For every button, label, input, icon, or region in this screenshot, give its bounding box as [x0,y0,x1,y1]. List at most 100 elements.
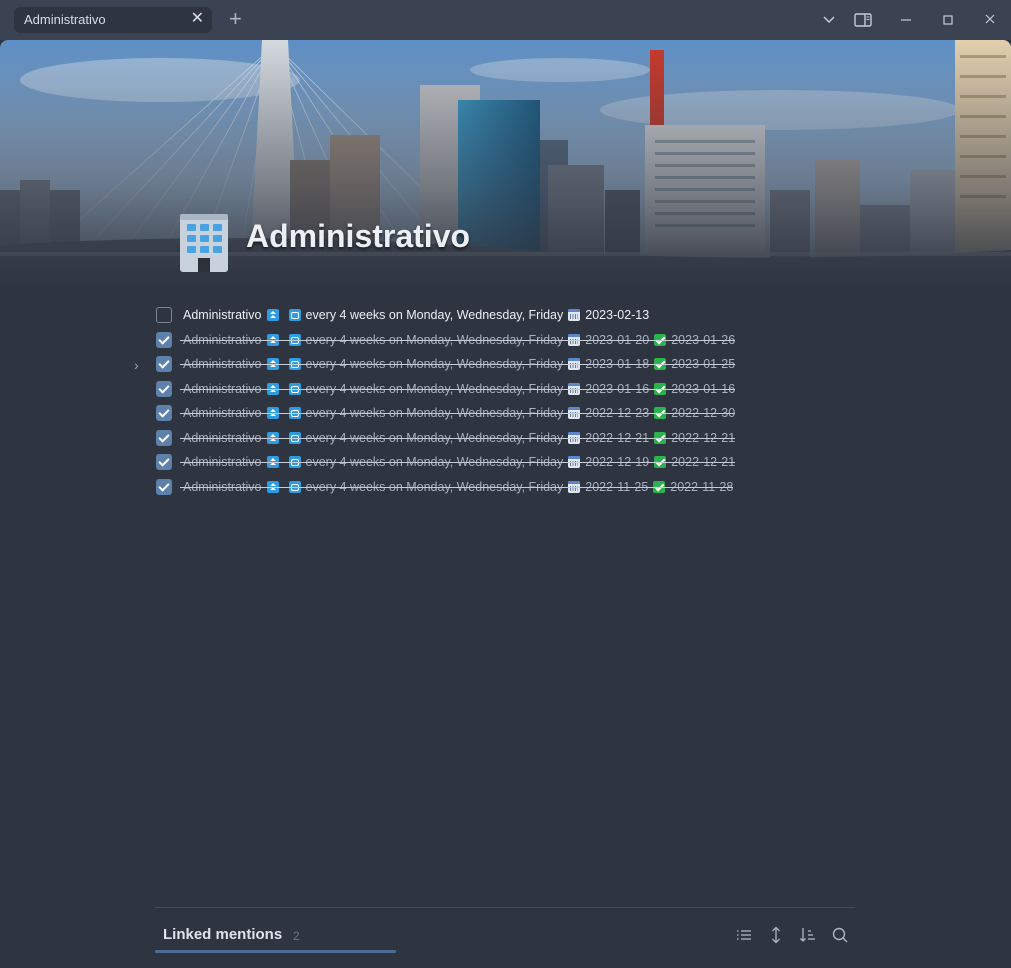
done-check-icon [654,333,667,346]
done-check-icon [654,358,667,371]
high-priority-icon [266,456,279,469]
task-text: Administrativo every 4 weeks on Monday, W… [179,381,736,396]
high-priority-icon [266,407,279,420]
task-item: Administrativo every 4 weeks on Monday, W… [156,475,856,500]
task-text: Administrativo every 4 weeks on Monday, W… [183,308,649,322]
task-recurrence: every 4 weeks on Monday, Wednesday, Frid… [305,381,564,396]
title-bar: Administrativo ✕ + [0,0,1011,40]
task-title: Administrativo [183,455,262,470]
task-text: Administrativo every 4 weeks on Monday, W… [179,430,736,445]
recurrence-icon [288,456,301,469]
page-title: Administrativo [246,218,471,254]
task-item: Administrativo every 4 weeks on Monday, W… [156,303,856,328]
linked-mentions-tab[interactable]: Linked mentions [163,926,282,943]
task-title: Administrativo [183,381,262,396]
recurrence-icon [288,309,301,322]
list-icon[interactable] [735,926,753,944]
task-title: Administrativo [183,430,262,445]
task-due-date: 2022-12-21 [585,430,650,445]
high-priority-icon [266,431,279,444]
done-check-icon [654,456,667,469]
calendar-icon [568,333,581,346]
task-due-date: 2022-12-23 [585,406,650,421]
done-check-icon [654,431,667,444]
task-recurrence: every 4 weeks on Monday, Wednesday, Frid… [305,406,564,421]
high-priority-icon [266,309,279,322]
calendar-icon [568,480,581,493]
calendar-icon [568,456,581,469]
recurrence-icon [288,407,301,420]
task-recurrence: every 4 weeks on Monday, Wednesday, Frid… [305,357,564,372]
high-priority-icon [266,358,279,371]
done-check-icon [654,382,667,395]
divider [155,907,855,908]
recurrence-icon [288,358,301,371]
banner-image: Administrativo - - - [0,40,1011,290]
expand-vertical-icon[interactable] [767,926,785,944]
task-item: Administrativo every 4 weeks on Monday, W… [156,377,856,402]
tab-label: Administrativo [24,12,106,27]
done-check-icon [653,480,666,493]
linked-mentions-count: 2 [293,929,300,943]
minimize-icon[interactable] [897,12,915,28]
recurrence-icon [288,382,301,395]
maximize-icon[interactable] [939,12,957,28]
done-check-icon [654,407,667,420]
high-priority-icon [266,382,279,395]
task-done-date: 2022-11-28 [670,479,734,494]
task-due-date: 2022-11-25 [585,479,649,494]
task-due-date: 2023-02-13 [585,308,650,323]
task-title: Administrativo [183,479,262,494]
task-recurrence: every 4 weeks on Monday, Wednesday, Frid… [305,479,564,494]
fold-chevron-right-icon[interactable]: › [134,357,139,373]
recurrence-icon [288,333,301,346]
task-checkbox[interactable] [156,380,172,397]
task-done-date: 2023-01-26 [671,332,736,347]
task-item: Administrativo every 4 weeks on Monday, W… [156,450,856,475]
tab-administrativo[interactable]: Administrativo ✕ [14,7,212,33]
task-checkbox[interactable] [156,331,172,348]
task-text: Administrativo every 4 weeks on Monday, W… [179,479,734,494]
sidebar-toggle-icon[interactable] [854,12,872,28]
task-done-date: 2022-12-21 [671,455,736,470]
task-recurrence: every 4 weeks on Monday, Wednesday, Frid… [305,430,564,445]
high-priority-icon [266,480,279,493]
close-icon[interactable] [981,12,999,28]
calendar-icon [568,309,581,322]
task-text: Administrativo every 4 weeks on Monday, W… [179,406,736,421]
task-text: Administrativo every 4 weeks on Monday, W… [179,455,736,470]
task-done-date: 2023-01-16 [671,381,736,396]
task-checkbox[interactable] [156,405,172,422]
task-done-date: 2023-01-25 [671,357,736,372]
task-checkbox[interactable] [156,478,172,495]
task-due-date: 2022-12-19 [585,455,650,470]
search-icon[interactable] [831,926,849,944]
task-recurrence: every 4 weeks on Monday, Wednesday, Frid… [305,332,564,347]
task-due-date: 2023-01-20 [585,332,650,347]
office-building-icon [180,214,228,272]
active-tab-indicator [155,950,396,953]
calendar-icon [568,382,581,395]
task-done-date: 2022-12-30 [671,406,736,421]
task-due-date: 2023-01-18 [585,357,650,372]
task-list: Administrativo every 4 weeks on Monday, W… [156,303,856,499]
sort-icon[interactable] [799,926,817,944]
task-text: Administrativo every 4 weeks on Monday, W… [179,357,736,372]
task-text: Administrativo every 4 weeks on Monday, W… [179,332,736,347]
chevron-down-icon[interactable] [820,12,838,28]
task-item: Administrativo every 4 weeks on Monday, W… [156,328,856,353]
high-priority-icon [266,333,279,346]
task-checkbox[interactable] [156,307,172,324]
tab-close-icon[interactable]: ✕ [191,10,204,28]
recurrence-icon [288,431,301,444]
task-due-date: 2023-01-16 [585,381,650,396]
task-recurrence: every 4 weeks on Monday, Wednesday, Frid… [305,455,564,470]
task-checkbox[interactable] [156,356,172,373]
new-tab-button[interactable]: + [229,8,242,30]
calendar-icon [568,431,581,444]
task-done-date: 2022-12-21 [671,430,736,445]
task-checkbox[interactable] [156,454,172,471]
task-checkbox[interactable] [156,429,172,446]
task-title: Administrativo [183,357,262,372]
recurrence-icon [288,480,301,493]
